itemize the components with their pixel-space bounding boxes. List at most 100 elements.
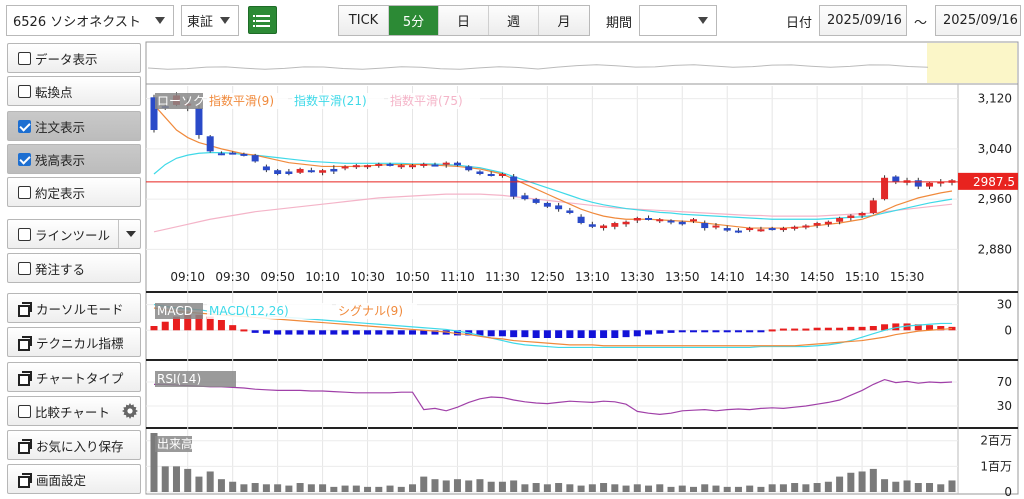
candle-body (667, 220, 675, 223)
macd-histogram-bar (622, 330, 630, 338)
volume-bar (757, 486, 765, 492)
macd-histogram-bar (274, 330, 282, 335)
macd-histogram-bar (386, 330, 394, 335)
navigator-selection (927, 43, 1017, 83)
candle-body (330, 168, 338, 172)
legend-rsi: RSI(14) (157, 372, 201, 386)
macd-histogram-bar (768, 329, 776, 332)
candle-body (487, 174, 495, 176)
volume-bar (206, 471, 214, 492)
candle-body (386, 163, 394, 166)
macd-histogram-bar (487, 330, 495, 337)
volume-bar (926, 483, 934, 492)
volume-bar (465, 480, 473, 492)
candle-body (229, 152, 237, 155)
candle-body (532, 199, 540, 203)
candle-body (836, 218, 844, 222)
volume-bar (476, 479, 484, 492)
macd-histogram-bar (307, 330, 315, 335)
candle-body (847, 215, 855, 218)
macd-histogram-bar (600, 330, 608, 338)
candle-body (510, 176, 518, 197)
legend-macd: MACD (157, 304, 193, 318)
candle-body (858, 212, 866, 216)
volume-bar (364, 486, 372, 492)
candle-body (409, 165, 417, 168)
legend-candle: ローソク (157, 94, 205, 108)
candle-body (285, 171, 293, 174)
macd-histogram-bar (510, 330, 518, 338)
volume-bar (948, 480, 956, 492)
price-y-tick: 2,880 (978, 242, 1012, 256)
candle-body (397, 165, 405, 168)
candle-body (656, 219, 664, 222)
volume-bar (543, 484, 551, 492)
x-tick-label: 13:10 (575, 270, 610, 284)
navigator-line (147, 64, 929, 70)
volume-bar (352, 485, 360, 492)
candle-body (431, 164, 439, 167)
volume-bar (296, 483, 304, 492)
macd-y-tick: 0 (1004, 323, 1012, 337)
macd-histogram-bar (802, 328, 810, 331)
candle-body (791, 226, 799, 229)
candle-body (600, 225, 608, 229)
macd-histogram-bar (543, 330, 551, 338)
macd-histogram-bar (341, 330, 349, 335)
volume-bar (869, 468, 877, 492)
candle-body (892, 176, 900, 182)
candle-body (364, 165, 372, 168)
macd-histogram-bar (296, 330, 304, 335)
x-tick-label: 13:30 (620, 270, 655, 284)
volume-bar (240, 484, 248, 492)
legend-signal: シグナル(9) (338, 304, 403, 318)
candle-body (622, 221, 630, 225)
macd-histogram-bar (779, 328, 787, 331)
x-tick-label: 15:10 (845, 270, 880, 284)
rsi-y-tick: 70 (997, 375, 1012, 389)
macd-histogram-bar (150, 326, 158, 331)
macd-histogram-bar (734, 330, 742, 333)
volume-bar (442, 480, 450, 492)
candle-body (678, 221, 686, 225)
candle-body (498, 174, 506, 176)
price-y-tick: 2,960 (978, 192, 1012, 206)
volume-bar (712, 485, 720, 492)
macd-histogram-bar (667, 330, 675, 333)
rsi-y-tick: 30 (997, 399, 1012, 413)
volume-bar (498, 481, 506, 492)
macd-histogram-bar (858, 326, 866, 331)
volume-y-tick: 2百万 (980, 434, 1012, 448)
macd-histogram-bar (611, 330, 619, 338)
current-price-value: 2987.5 (973, 175, 1015, 189)
candle-body (746, 228, 754, 231)
price-y-tick: 3,120 (978, 92, 1012, 106)
rsi-line (154, 378, 953, 416)
volume-bar (195, 476, 203, 492)
volume-bar (824, 481, 832, 492)
macd-histogram-bar (746, 330, 754, 333)
macd-histogram-bar (645, 330, 653, 335)
volume-bar (577, 485, 585, 492)
candle-body (555, 205, 563, 210)
chart-area[interactable]: 09:10 09:30 09:50 10:10 10:30 10:50 11:10 11:30… (0, 0, 1024, 499)
macd-histogram-bar (791, 328, 799, 331)
x-tick-label: 14:10 (710, 270, 745, 284)
macd-histogram-bar (678, 330, 686, 333)
macd-histogram-bar (566, 330, 574, 338)
x-tick-label: 10:10 (305, 270, 340, 284)
volume-bar (791, 483, 799, 492)
candle-body (543, 202, 551, 207)
macd-histogram-bar (847, 326, 855, 331)
volume-bar (858, 471, 866, 492)
candle-body (701, 223, 709, 229)
macd-histogram-bar (229, 325, 237, 331)
legend-macd-line: MACD(12,26) (209, 304, 289, 318)
volume-bar (645, 485, 653, 492)
volume-bar (836, 476, 844, 492)
candle-body (442, 162, 450, 165)
volume-bar (600, 483, 608, 492)
volume-bar (453, 479, 461, 492)
candle-body (206, 136, 214, 152)
x-tick-label: 11:30 (485, 270, 520, 284)
